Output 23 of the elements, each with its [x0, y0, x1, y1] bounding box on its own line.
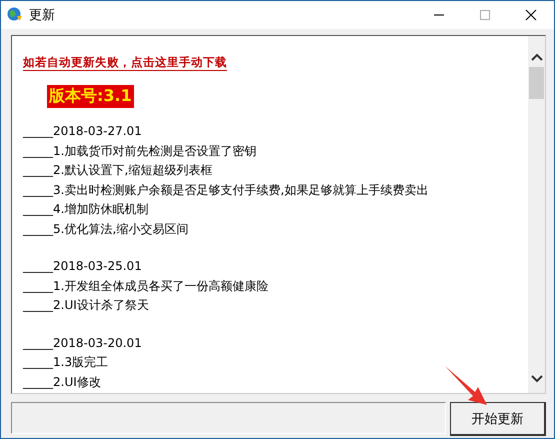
changelog-item: _____2.UI修改: [23, 374, 102, 391]
scroll-down-icon[interactable]: [530, 375, 542, 383]
version-label: 版本号:3.1: [47, 85, 134, 108]
changelog-item: _____5.优化算法,缩小交易区间: [23, 220, 190, 238]
scrollbar[interactable]: [528, 36, 545, 393]
globe-icon: [7, 7, 23, 23]
scrollbar-thumb[interactable]: [529, 67, 544, 99]
window-title: 更新: [29, 7, 55, 24]
changelog-item: _____1.3版完工: [23, 354, 110, 371]
changelog-date: _____2018-03-20.01: [23, 334, 143, 352]
scroll-up-icon[interactable]: [530, 53, 542, 61]
changelog-date: _____2018-03-27.01: [23, 123, 143, 140]
close-icon[interactable]: [525, 9, 537, 21]
download-link[interactable]: 如若自动更新失败，点击这里手动下载: [23, 55, 227, 71]
changelog-item: _____3.卖出时检测账户余额是否足够支付手续费,如果足够就算上手续费卖出: [23, 182, 430, 199]
changelog-item: _____1.开发组全体成员各买了一份高额健康险: [23, 278, 270, 295]
changelog-item: _____4.增加防休眠机制: [23, 201, 150, 218]
start-update-button[interactable]: 开始更新: [450, 402, 546, 436]
changelog-item: _____2.默认设置下,缩短超级列表框: [23, 162, 214, 179]
annotation-arrow: [445, 366, 489, 406]
changelog-item: _____2.UI设计杀了祭天: [23, 297, 150, 314]
changelog-date: _____2018-03-25.01: [23, 258, 143, 275]
changelog-item: _____1.加载货币对前先检测是否设置了密钥: [23, 142, 258, 160]
